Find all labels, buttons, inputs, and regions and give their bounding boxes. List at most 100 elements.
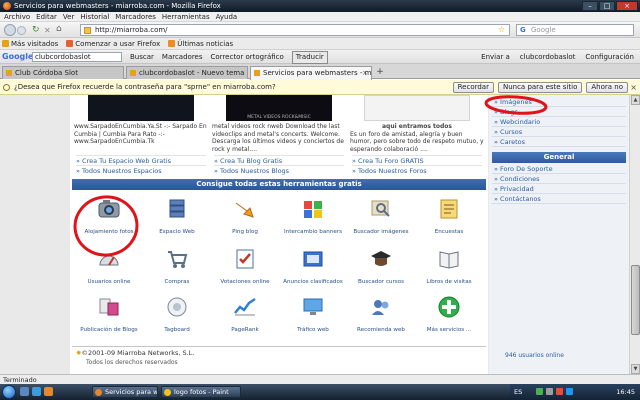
tool-intercambio-banners[interactable]: Intercambio banners bbox=[280, 195, 346, 243]
sidebar-item-imagenes[interactable]: » Imágenes bbox=[492, 97, 626, 107]
tool-buscador-imagenes[interactable]: Buscador imágenes bbox=[348, 195, 414, 243]
bookmark-comenzar-firefox[interactable]: Comenzar a usar Firefox bbox=[66, 38, 160, 49]
google-account-button[interactable]: clubcordobaslot bbox=[520, 50, 576, 64]
crea-espacio-link[interactable]: » Crea Tu Espacio Web Gratis bbox=[76, 155, 206, 165]
tool-label: Más servicios ... bbox=[426, 327, 472, 333]
google-traducir-button[interactable]: Traducir bbox=[291, 51, 328, 64]
sidebar-item-webcindario[interactable]: » Webcindario bbox=[492, 117, 626, 127]
image-search-icon bbox=[371, 200, 390, 217]
firefox-quick-icon[interactable] bbox=[44, 387, 53, 396]
tool-compras[interactable]: Compras bbox=[144, 245, 210, 293]
tray-security-icon[interactable] bbox=[556, 388, 563, 395]
search-box[interactable]: G Google bbox=[516, 24, 634, 36]
tool-label: PageRank bbox=[231, 327, 259, 333]
scroll-thumb[interactable] bbox=[631, 265, 640, 335]
google-corrector-button[interactable]: Corrector ortográfico bbox=[211, 50, 284, 64]
menu-editar[interactable]: Editar bbox=[36, 12, 57, 21]
menu-ver[interactable]: Ver bbox=[63, 12, 74, 21]
tool-espacio-web[interactable]: Espacio Web bbox=[144, 195, 210, 243]
menu-herramientas[interactable]: Herramientas bbox=[162, 12, 210, 21]
pagerank-icon bbox=[234, 297, 256, 316]
tool-pagerank[interactable]: PageRank bbox=[212, 293, 278, 341]
featured-blog-thumbnail[interactable]: METAL VIDEOS ROCK&MISIC bbox=[226, 95, 332, 121]
sidebar-item-foro-soporte[interactable]: » Foro De Soporte bbox=[492, 164, 626, 174]
tool-ping-blog[interactable]: Ping blog bbox=[212, 195, 278, 243]
tool-recomienda-web[interactable]: Recomienda web bbox=[348, 293, 414, 341]
tool-alojamiento-fotos[interactable]: Alojamiento fotos bbox=[76, 195, 142, 243]
ie-icon[interactable] bbox=[32, 387, 41, 396]
tab-nuevo-tema[interactable]: clubcordobaslot - Nuevo tema bbox=[126, 66, 248, 79]
taskbar-firefox-button[interactable]: Servicios para web... bbox=[92, 386, 158, 398]
crea-blog-link[interactable]: » Crea Tu Blog Gratis bbox=[214, 155, 344, 165]
crea-foro-link[interactable]: » Crea Tu Foro GRATIS bbox=[352, 155, 482, 165]
tab-servicios-webmasters[interactable]: Servicios para webmasters - mia... × bbox=[250, 66, 372, 80]
ahora-no-button[interactable]: Ahora no bbox=[586, 82, 628, 93]
taskbar-paint-button[interactable]: logo fotos - Paint bbox=[161, 386, 241, 398]
language-indicator[interactable]: ES bbox=[514, 384, 522, 400]
vertical-scrollbar[interactable]: ▲ ▼ bbox=[629, 95, 640, 374]
maximize-button[interactable]: □ bbox=[599, 1, 615, 11]
tool-buscador-cursos[interactable]: Buscador cursos bbox=[348, 245, 414, 293]
menu-archivo[interactable]: Archivo bbox=[4, 12, 30, 21]
shopping-cart-icon bbox=[168, 251, 188, 268]
google-config-button[interactable]: Configuración bbox=[585, 50, 634, 64]
featured-space-thumbnail[interactable] bbox=[88, 95, 194, 121]
tool-tagboard[interactable]: Tagboard bbox=[144, 293, 210, 341]
tray-volume-icon[interactable] bbox=[546, 388, 553, 395]
graduation-icon bbox=[371, 251, 391, 266]
tool-anuncios-clasificados[interactable]: Anuncios clasificados bbox=[280, 245, 346, 293]
scroll-down-arrow-icon[interactable]: ▼ bbox=[631, 364, 640, 374]
new-tab-icon[interactable]: + bbox=[374, 66, 386, 78]
bookmark-mas-visitados[interactable]: Más visitados bbox=[2, 38, 58, 49]
google-buscar-button[interactable]: Buscar bbox=[130, 50, 154, 64]
start-button[interactable] bbox=[2, 385, 16, 399]
close-notification-icon[interactable]: × bbox=[630, 80, 637, 95]
tool-encuestas[interactable]: Encuestas bbox=[416, 195, 482, 243]
show-desktop-icon[interactable] bbox=[20, 387, 29, 396]
menu-historial[interactable]: Historial bbox=[80, 12, 109, 21]
sidebar-item-cursos[interactable]: » Cursos bbox=[492, 127, 626, 137]
sidebar-item-privacidad[interactable]: » Privacidad bbox=[492, 184, 626, 194]
todos-foros-link[interactable]: » Todos Nuestros Foros bbox=[352, 165, 482, 175]
url-bar[interactable]: http://miarroba.com/ ☆ bbox=[80, 24, 510, 36]
menu-ayuda[interactable]: Ayuda bbox=[216, 12, 238, 21]
menu-marcadores[interactable]: Marcadores bbox=[115, 12, 156, 21]
stop-icon[interactable]: ✕ bbox=[44, 26, 51, 35]
tool-usuarios-online[interactable]: Usuarios online bbox=[76, 245, 142, 293]
home-icon[interactable]: ⌂ bbox=[56, 25, 62, 34]
todos-blogs-link[interactable]: » Todos Nuestros Blogs bbox=[214, 165, 344, 175]
google-enviar-button[interactable]: Enviar a bbox=[481, 50, 510, 64]
clock[interactable]: 16:45 bbox=[616, 384, 635, 400]
key-icon bbox=[3, 84, 10, 91]
scroll-up-arrow-icon[interactable]: ▲ bbox=[631, 95, 640, 105]
tool-label: Tráfico web bbox=[297, 327, 329, 333]
bookmark-star-icon[interactable]: ☆ bbox=[498, 25, 505, 35]
todos-espacios-link[interactable]: » Todos Nuestros Espacios bbox=[76, 165, 206, 175]
recordar-button[interactable]: Recordar bbox=[452, 82, 494, 93]
tray-network-icon[interactable] bbox=[536, 388, 543, 395]
forward-button[interactable] bbox=[17, 26, 26, 35]
tray-app-icon[interactable] bbox=[566, 388, 573, 395]
tool-libros-visitas[interactable]: Libros de visitas bbox=[416, 245, 482, 293]
google-toolbar-input[interactable]: clubcordobaslot bbox=[32, 52, 122, 62]
close-tab-icon[interactable]: × bbox=[362, 67, 368, 79]
back-button[interactable] bbox=[4, 24, 16, 36]
notification-text: ¿Desea que Firefox recuerde la contraseñ… bbox=[14, 83, 276, 91]
sidebar-item-condiciones[interactable]: » Condiciones bbox=[492, 174, 626, 184]
tool-votaciones-online[interactable]: Votaciones online bbox=[212, 245, 278, 293]
featured-forum-thumbnail[interactable] bbox=[364, 95, 470, 121]
tool-mas-servicios[interactable]: Más servicios ... bbox=[416, 293, 482, 341]
sidebar-item-contactanos[interactable]: » Contáctanos bbox=[492, 194, 626, 204]
google-marcadores-button[interactable]: Marcadores bbox=[162, 50, 203, 64]
sidebar-item-caretos[interactable]: » Caretos bbox=[492, 137, 626, 147]
featured-blog-desc: metal videos rock nweb Download the last… bbox=[212, 123, 344, 153]
tool-trafico-web[interactable]: Tráfico web bbox=[280, 293, 346, 341]
tab-club-cordoba[interactable]: Club Córdoba Slot bbox=[2, 66, 124, 79]
bookmark-ultimas-noticias[interactable]: Últimas noticias bbox=[168, 38, 233, 49]
nunca-button[interactable]: Nunca para este sitio bbox=[497, 82, 583, 93]
close-window-button[interactable]: × bbox=[616, 1, 638, 11]
reload-icon[interactable]: ↻ bbox=[32, 26, 40, 35]
minimize-button[interactable]: – bbox=[582, 1, 598, 11]
tool-publicacion-blogs[interactable]: Publicación de Blogs bbox=[76, 293, 142, 341]
sidebar-item-blogs[interactable]: » Blogs bbox=[492, 107, 626, 117]
